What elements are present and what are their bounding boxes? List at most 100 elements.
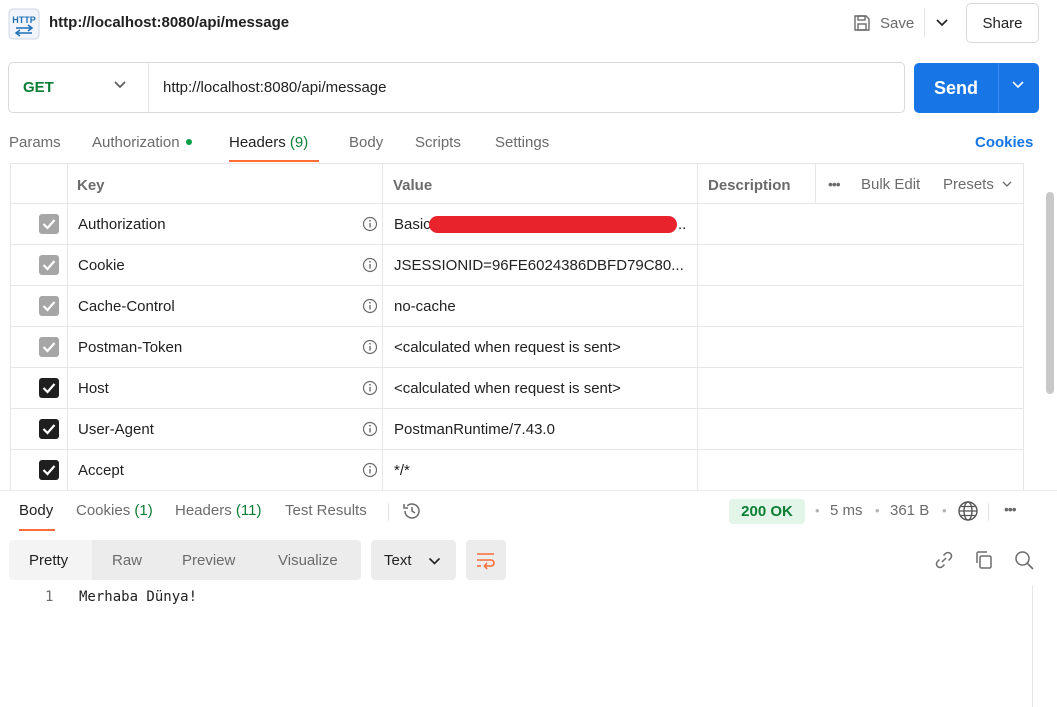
active-tab-indicator (19, 529, 55, 531)
info-icon[interactable] (362, 462, 378, 478)
link-icon[interactable] (933, 549, 955, 571)
info-icon[interactable] (362, 339, 378, 355)
header-value[interactable]: <calculated when request is sent> (394, 339, 698, 356)
copy-icon[interactable] (973, 549, 995, 571)
info-icon[interactable] (362, 216, 378, 232)
request-tabs: Params Authorization Headers (9) Body Sc… (0, 130, 1057, 164)
http-request-icon: HTTP (8, 8, 40, 40)
table-row[interactable]: User-Agent PostmanRuntime/7.43.0 (11, 409, 1023, 450)
tab-params[interactable]: Params (9, 134, 61, 151)
bulk-edit-button[interactable]: Bulk Edit (861, 176, 920, 193)
tab-headers[interactable]: Headers (9) (229, 134, 308, 151)
info-icon[interactable] (362, 380, 378, 396)
history-icon[interactable] (401, 500, 423, 522)
header-enabled-checkbox[interactable] (39, 378, 59, 398)
globe-icon[interactable] (957, 500, 979, 522)
tab-authorization-label: Authorization (92, 134, 180, 151)
response-cookies-count: (1) (134, 502, 153, 519)
tab-settings[interactable]: Settings (495, 134, 549, 151)
header-value[interactable]: no-cache (394, 298, 698, 315)
save-options-button[interactable] (924, 8, 958, 38)
divider (388, 503, 389, 521)
header-key[interactable]: Accept (78, 462, 124, 479)
info-icon[interactable] (362, 257, 378, 273)
format-select[interactable]: Text (371, 540, 456, 580)
header-key[interactable]: Authorization (78, 216, 166, 233)
header-key[interactable]: Cache-Control (78, 298, 175, 315)
response-body-editor[interactable]: 1 Merhaba Dünya! (0, 580, 1032, 707)
response-tab-cookies-label: Cookies (76, 502, 131, 519)
chevron-down-icon[interactable] (113, 80, 127, 90)
header-value[interactable]: PostmanRuntime/7.43.0 (394, 421, 698, 438)
column-key: Key (77, 177, 105, 194)
separator-dot: • (875, 503, 880, 518)
header-enabled-checkbox[interactable] (39, 460, 59, 480)
code-line: Merhaba Dünya! (79, 589, 198, 605)
chevron-down-icon[interactable] (1002, 181, 1012, 188)
response-size[interactable]: 361 B (890, 502, 929, 519)
header-key[interactable]: Host (78, 380, 109, 397)
chevron-down-icon[interactable] (1011, 80, 1025, 90)
check-icon (42, 383, 56, 394)
wrap-lines-button[interactable] (466, 540, 506, 580)
header-enabled-checkbox[interactable] (39, 214, 59, 234)
status-badge[interactable]: 200 OK (729, 499, 805, 524)
header-enabled-checkbox[interactable] (39, 337, 59, 357)
info-icon[interactable] (362, 298, 378, 314)
line-number: 1 (45, 589, 54, 605)
send-button[interactable]: Send (914, 63, 1039, 113)
request-header-bar: HTTP http://localhost:8080/api/message S… (0, 0, 1057, 48)
method-select[interactable]: GET (23, 79, 54, 96)
response-tab-test-results[interactable]: Test Results (285, 502, 367, 519)
column-divider (67, 163, 68, 490)
header-key[interactable]: User-Agent (78, 421, 154, 438)
view-pretty[interactable]: Pretty (9, 540, 92, 580)
request-title[interactable]: http://localhost:8080/api/message (49, 14, 289, 31)
table-row[interactable]: Cookie JSESSIONID=96FE6024386DBFD79C80... (11, 245, 1023, 286)
response-time[interactable]: 5 ms (830, 502, 863, 519)
table-row[interactable]: Postman-Token <calculated when request is… (11, 327, 1023, 368)
cookies-link[interactable]: Cookies (975, 134, 1033, 151)
share-button[interactable]: Share (966, 3, 1039, 43)
separator-dot: • (942, 503, 947, 518)
column-divider (382, 163, 383, 490)
header-value[interactable]: JSESSIONID=96FE6024386DBFD79C80... (394, 257, 698, 274)
header-value[interactable]: */* (394, 462, 698, 479)
response-headers-count: (11) (235, 502, 262, 519)
check-icon (42, 219, 56, 230)
column-description: Description (708, 177, 791, 194)
view-preview[interactable]: Preview (182, 540, 235, 580)
separator-dot: • (815, 503, 820, 518)
more-options-icon[interactable]: ••• (1004, 501, 1017, 517)
check-icon (42, 424, 56, 435)
url-divider (148, 63, 149, 112)
view-raw[interactable]: Raw (112, 540, 142, 580)
response-tab-cookies[interactable]: Cookies (1) (76, 502, 153, 519)
header-enabled-checkbox[interactable] (39, 296, 59, 316)
table-row[interactable]: Host <calculated when request is sent> (11, 368, 1023, 409)
header-key[interactable]: Cookie (78, 257, 125, 274)
table-row[interactable]: Cache-Control no-cache (11, 286, 1023, 327)
search-icon[interactable] (1013, 549, 1035, 571)
table-row[interactable]: Accept */* (11, 450, 1023, 490)
tab-body[interactable]: Body (349, 134, 383, 151)
header-value[interactable]: <calculated when request is sent> (394, 380, 698, 397)
table-row[interactable]: Authorization Basic.. (11, 204, 1023, 245)
tab-authorization[interactable]: Authorization (92, 134, 192, 151)
response-tab-body[interactable]: Body (19, 502, 53, 519)
save-button[interactable]: Save (852, 10, 914, 36)
vertical-scrollbar[interactable] (1046, 192, 1054, 394)
tab-scripts[interactable]: Scripts (415, 134, 461, 151)
url-input[interactable]: http://localhost:8080/api/message (163, 79, 386, 96)
header-key[interactable]: Postman-Token (78, 339, 182, 356)
view-visualize[interactable]: Visualize (278, 540, 338, 580)
info-icon[interactable] (362, 421, 378, 437)
tab-headers-count: (9) (289, 134, 309, 151)
header-enabled-checkbox[interactable] (39, 419, 59, 439)
more-options-icon[interactable]: ••• (828, 176, 841, 192)
header-enabled-checkbox[interactable] (39, 255, 59, 275)
presets-dropdown[interactable]: Presets (943, 176, 994, 193)
http-icon-label: HTTP (12, 15, 36, 25)
response-tab-headers[interactable]: Headers (11) (175, 502, 261, 519)
response-toolbar: Body Cookies (1) Headers (11) Test Resul… (0, 490, 1057, 531)
